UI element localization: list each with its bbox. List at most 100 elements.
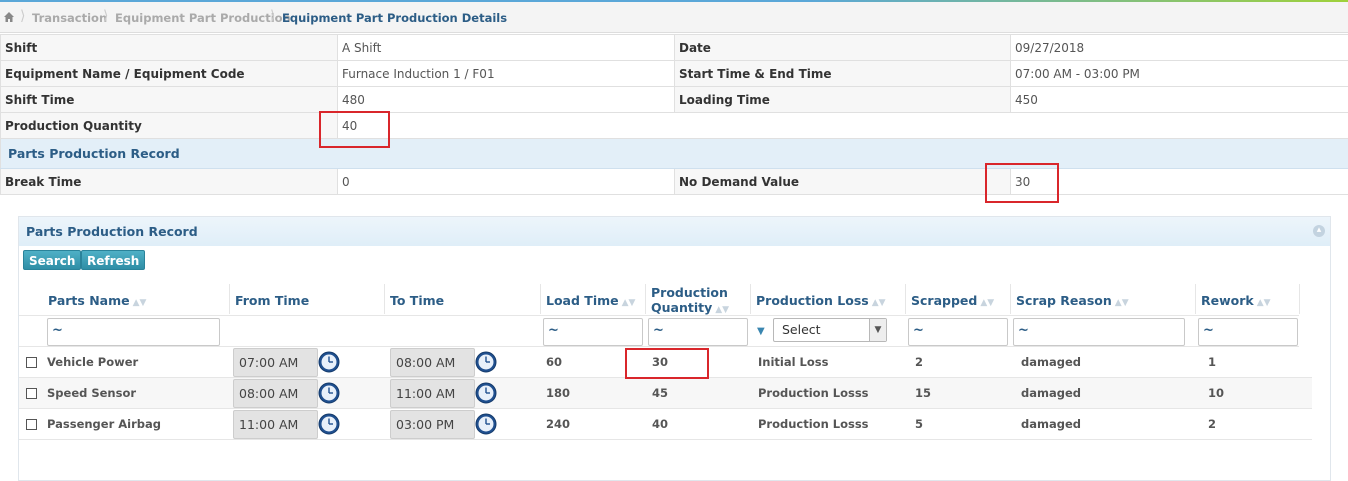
column-header-label: Scrapped	[911, 293, 978, 308]
column-header-scrapped[interactable]: Scrapped ▲▼	[906, 284, 1011, 314]
cell-rework: 10	[1208, 386, 1225, 400]
breadcrumb: ⟩ Transaction ⟩ Equipment Part Productio…	[0, 2, 1348, 33]
table-row[interactable]: Passenger Airbag 11:00 AM 03:00 PM 240 40 Pro…	[19, 409, 1312, 440]
production-quantity-filter[interactable]: ~	[648, 318, 748, 346]
scrap-reason-filter[interactable]: ~	[1013, 318, 1185, 346]
to-time-input[interactable]: 03:00 PM	[390, 410, 475, 439]
breadcrumb-equipment-part-production[interactable]: Equipment Part Production	[115, 11, 291, 25]
column-header-label: Parts Name	[48, 293, 130, 308]
table-row[interactable]: Speed Sensor 08:00 AM 11:00 AM 180 45 Product…	[19, 378, 1312, 409]
row-checkbox[interactable]	[26, 357, 37, 368]
loading-time-label: Loading Time	[674, 86, 1011, 113]
cell-scrap-reason: damaged	[1021, 355, 1081, 369]
cell-load-time: 60	[546, 355, 563, 369]
column-header-from-time[interactable]: From Time	[230, 284, 385, 314]
cell-rework: 2	[1208, 417, 1217, 431]
clock-icon[interactable]	[318, 382, 340, 404]
equipment-value: Furnace Induction 1 / F01	[337, 60, 675, 87]
cell-scrapped: 2	[915, 355, 924, 369]
chevron-down-icon[interactable]: ▼	[869, 319, 886, 341]
row-checkbox[interactable]	[26, 419, 37, 430]
filter-row: ~ ~ ~ ▼ Select ▼ ~ ~ ~	[19, 315, 1299, 347]
from-time-input[interactable]: 08:00 AM	[233, 379, 318, 408]
rework-filter[interactable]: ~	[1198, 318, 1298, 346]
column-header-label: Rework	[1201, 293, 1254, 308]
sort-icon: ▲▼	[132, 298, 147, 308]
cell-production-loss: Production Losss	[758, 386, 869, 400]
breadcrumb-separator: ⟩	[270, 8, 276, 24]
cell-load-time: 240	[546, 417, 571, 431]
row-checkbox[interactable]	[26, 388, 37, 399]
sort-icon: ▲▼	[980, 298, 995, 308]
to-time-input[interactable]: 11:00 AM	[390, 379, 475, 408]
production-quantity-value: 40	[337, 112, 1348, 139]
column-header-label: Load Time	[546, 293, 619, 308]
cell-parts-name: Speed Sensor	[47, 386, 137, 400]
breadcrumb-separator: ⟩	[103, 8, 109, 24]
parts-name-filter[interactable]: ~	[47, 318, 220, 346]
section-title: Parts Production Record	[0, 138, 1348, 169]
column-header-label: To Time	[390, 293, 445, 308]
shift-label: Shift	[0, 34, 338, 61]
loading-time-value: 450	[1010, 86, 1348, 113]
breadcrumb-separator: ⟩	[20, 8, 26, 24]
cell-production-loss: Production Losss	[758, 417, 869, 431]
scrapped-filter[interactable]: ~	[908, 318, 1008, 346]
breadcrumb-current: Equipment Part Production Details	[282, 11, 508, 25]
cell-production-loss: Initial Loss	[758, 355, 829, 369]
panel-header: Parts Production Record ▴	[19, 217, 1330, 246]
equipment-label: Equipment Name / Equipment Code	[0, 60, 338, 87]
start-end-time-label: Start Time & End Time	[674, 60, 1011, 87]
column-header-production-quantity[interactable]: Production Quantity ▲▼	[646, 284, 751, 315]
from-time-input[interactable]: 07:00 AM	[233, 348, 318, 377]
production-quantity-label: Production Quantity	[0, 112, 338, 139]
cell-parts-name: Passenger Airbag	[47, 417, 162, 431]
load-time-filter[interactable]: ~	[543, 318, 643, 346]
column-header-label: Production Loss	[756, 293, 869, 308]
parts-production-panel: Parts Production Record ▴ Search Refresh…	[18, 216, 1331, 481]
breadcrumb-transaction[interactable]: Transaction	[32, 11, 107, 25]
info-row: Break Time 0 No Demand Value 30	[0, 168, 1348, 195]
sort-icon: ▲▼	[1114, 298, 1129, 308]
cell-production-quantity: 40	[652, 417, 669, 431]
clock-icon[interactable]	[475, 351, 497, 373]
sort-icon: ▲▼	[871, 298, 886, 308]
break-time-label: Break Time	[0, 168, 338, 195]
filter-funnel-icon[interactable]: ▼	[757, 326, 765, 337]
cell-scrap-reason: damaged	[1021, 386, 1081, 400]
home-icon[interactable]	[3, 11, 15, 23]
shift-time-label: Shift Time	[0, 86, 338, 113]
collapse-icon[interactable]: ▴	[1313, 225, 1325, 237]
cell-scrapped: 5	[915, 417, 924, 431]
cell-scrapped: 15	[915, 386, 932, 400]
column-header-rework[interactable]: Rework ▲▼	[1196, 284, 1300, 314]
clock-icon[interactable]	[318, 413, 340, 435]
sort-icon: ▲▼	[715, 305, 730, 315]
column-header-production-loss[interactable]: Production Loss ▲▼	[751, 284, 906, 314]
from-time-input[interactable]: 11:00 AM	[233, 410, 318, 439]
column-header-load-time[interactable]: Load Time ▲▼	[541, 284, 646, 314]
shift-time-value: 480	[337, 86, 675, 113]
cell-parts-name: Vehicle Power	[47, 355, 139, 369]
date-label: Date	[674, 34, 1011, 61]
break-time-value: 0	[337, 168, 675, 195]
sort-icon: ▲▼	[1256, 298, 1271, 308]
search-button[interactable]: Search	[23, 250, 82, 270]
cell-production-quantity: 30	[652, 355, 669, 369]
clock-icon[interactable]	[318, 351, 340, 373]
start-end-time-value: 07:00 AM - 03:00 PM	[1010, 60, 1348, 87]
table-row[interactable]: Vehicle Power 07:00 AM 08:00 AM 60 30 Initial…	[19, 347, 1312, 378]
column-header-label: Scrap Reason	[1016, 293, 1112, 308]
clock-icon[interactable]	[475, 413, 497, 435]
select-value: Select	[782, 322, 821, 337]
cell-rework: 1	[1208, 355, 1217, 369]
column-header-parts-name[interactable]: Parts Name ▲▼	[43, 284, 230, 314]
refresh-button[interactable]: Refresh	[81, 250, 146, 270]
cell-production-quantity: 45	[652, 386, 669, 400]
clock-icon[interactable]	[475, 382, 497, 404]
column-header-to-time[interactable]: To Time	[385, 284, 541, 314]
column-header-scrap-reason[interactable]: Scrap Reason ▲▼	[1011, 284, 1196, 314]
production-loss-select[interactable]: Select ▼	[773, 318, 887, 342]
info-table: Shift A Shift Date 09/27/2018 Equipment …	[0, 34, 1348, 195]
to-time-input[interactable]: 08:00 AM	[390, 348, 475, 377]
